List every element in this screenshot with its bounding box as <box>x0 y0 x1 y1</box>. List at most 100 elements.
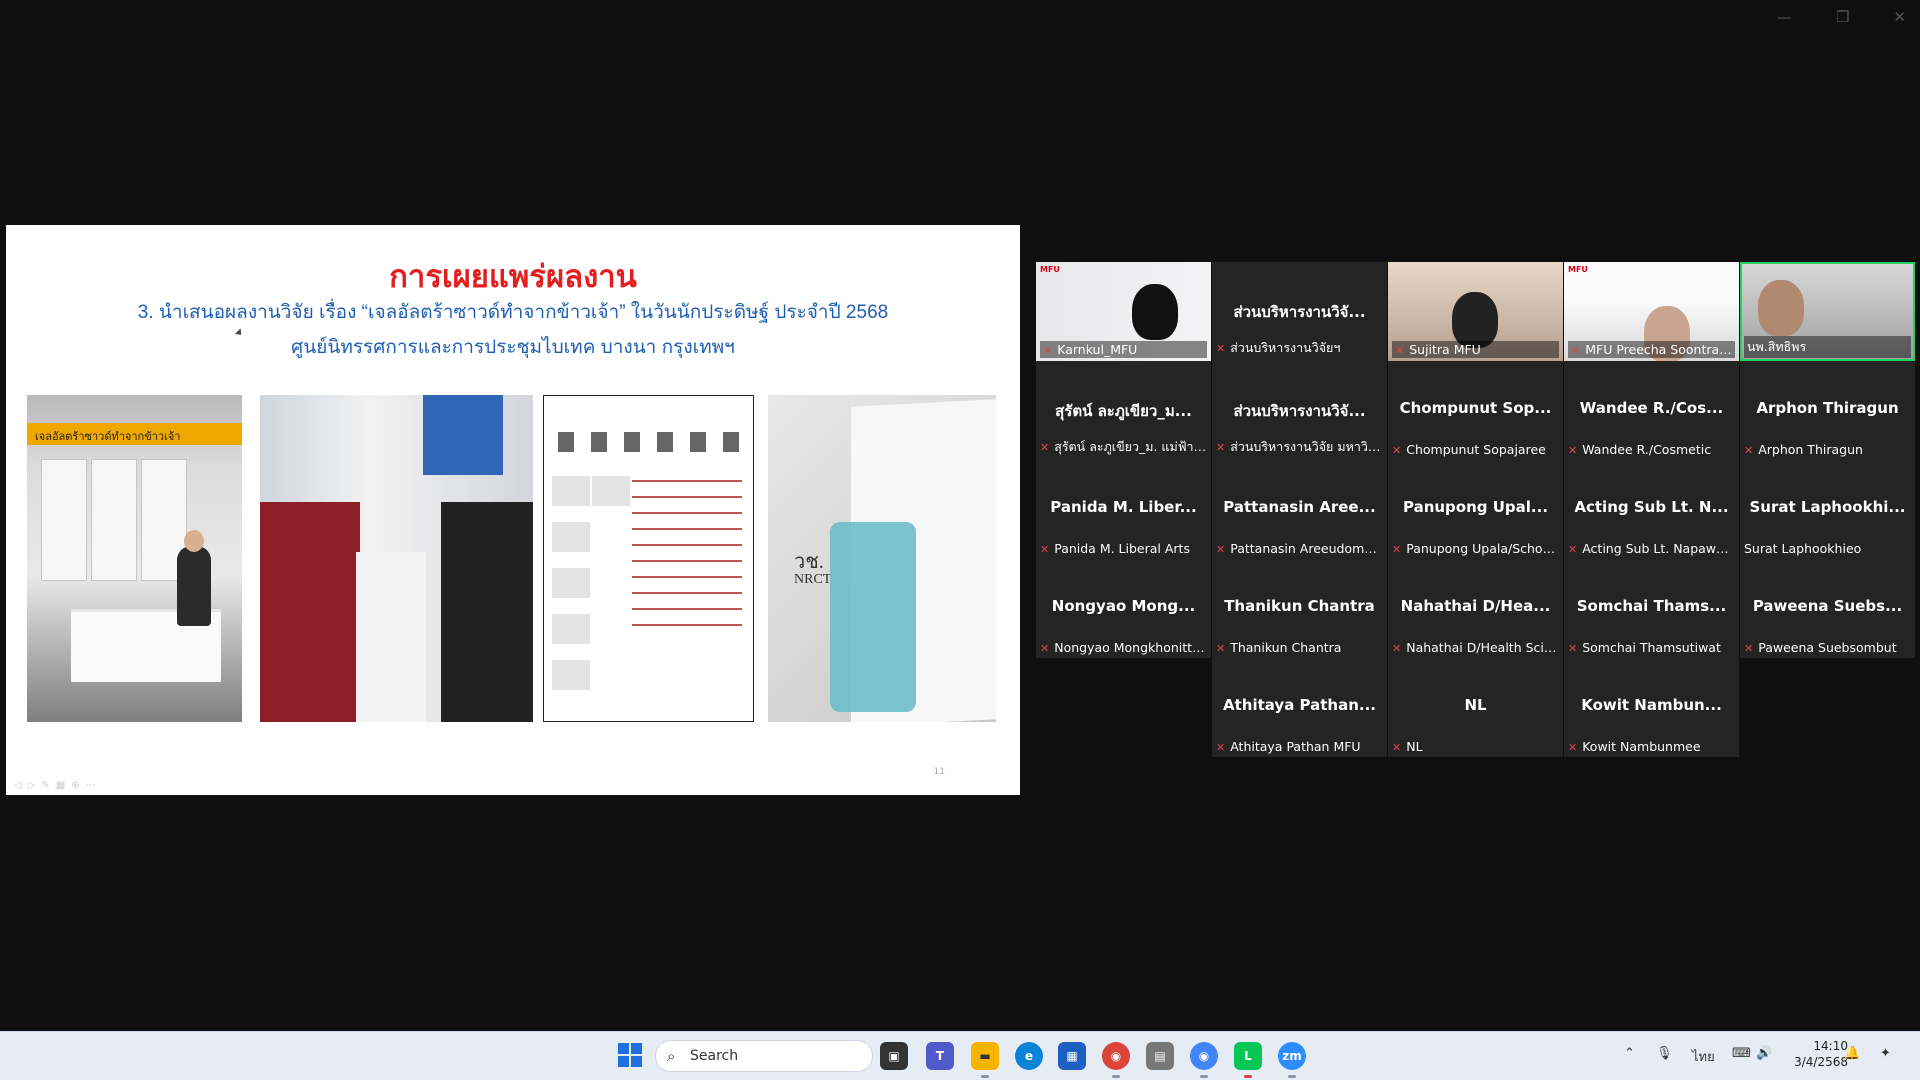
clock-date: 3/4/2568 <box>1794 1055 1848 1069</box>
participant-tile[interactable]: Athitaya Pathan... ✕ Athitaya Pathan MFU <box>1212 658 1387 757</box>
participant-tile-active-speaker[interactable]: นพ.สิทธิพร <box>1740 262 1915 361</box>
microphone-icon[interactable]: 🎙 <box>1656 1046 1673 1061</box>
participant-tile[interactable]: สุรัตน์ ละภูเขียว_ม... ✕ สุรัตน์ ละภูเขีย… <box>1036 361 1211 460</box>
poster <box>91 459 137 581</box>
participant-tile[interactable]: ส่วนบริหารงานวิจั... ✕ ส่วนบริหารงานวิจัย… <box>1212 262 1387 361</box>
participant-name: Pattanasin Areeudomwo... <box>1230 541 1383 556</box>
participant-display-name: Pattanasin Aree... <box>1223 498 1376 516</box>
mic-muted-icon: ✕ <box>1392 543 1402 556</box>
participant-name: MFU Preecha Soontranan <box>1585 342 1735 357</box>
back-icon[interactable]: ◁ <box>14 780 22 791</box>
participant-tile[interactable]: Nongyao Mong... ✕ Nongyao Mongkhonittiv..… <box>1036 559 1211 658</box>
product-photo: วช. NRCT <box>768 395 996 722</box>
participant-display-name: Nongyao Mong... <box>1051 597 1196 615</box>
participant-name: ส่วนบริหารงานวิจัย มหาวิทย... <box>1230 439 1383 454</box>
file-explorer-icon[interactable]: ▬ <box>971 1042 999 1070</box>
start-button[interactable] <box>618 1043 642 1067</box>
zoom-icon[interactable]: ⊕ <box>71 780 79 791</box>
participant-tile[interactable]: Paweena Suebs... ✕ Paweena Suebsombut <box>1740 559 1915 658</box>
chrome-profile-icon[interactable]: ◉ <box>1190 1042 1218 1070</box>
running-indicator <box>1112 1075 1120 1078</box>
participant-name: NL <box>1406 739 1423 754</box>
participant-tile[interactable]: Arphon Thiragun ✕ Arphon Thiragun <box>1740 361 1915 460</box>
zoom-icon[interactable]: zm <box>1278 1042 1306 1070</box>
mic-muted-icon: ✕ <box>1392 642 1402 655</box>
slide-subtitle-line1: 3. นำเสนอผลงานวิจัย เรื่อง “เจลอัลตร้าซา… <box>137 302 889 323</box>
poster-text <box>632 480 742 482</box>
participant-tile[interactable]: Kowit Nambun... ✕ Kowit Nambunmee <box>1564 658 1739 757</box>
participant-name: ส่วนบริหารงานวิจัยฯ <box>1230 340 1341 355</box>
person-head <box>184 530 204 552</box>
participant-display-name: Thanikun Chantra <box>1224 597 1375 615</box>
poster-text <box>632 592 742 594</box>
volume-icon[interactable]: 🔊 <box>1756 1046 1772 1061</box>
participant-display-name: Somchai Thams... <box>1576 597 1727 615</box>
line-icon[interactable]: L <box>1234 1042 1262 1070</box>
participant-tile[interactable]: Chompunut Sop... ✕ Chompunut Sopajaree <box>1388 361 1563 460</box>
copilot-icon[interactable]: ✦ <box>1880 1046 1891 1061</box>
pen-icon[interactable]: ✎ <box>41 780 49 791</box>
notification-bell-icon[interactable]: 🔔 <box>1844 1046 1860 1061</box>
participant-tile[interactable]: Nahathai D/Hea... ✕ Nahathai D/Health Sci… <box>1388 559 1563 658</box>
mic-muted-icon: ✕ <box>1216 642 1226 655</box>
participant-name: Nahathai D/Health Scien... <box>1406 640 1559 655</box>
shared-slide: การเผยแพร่ผลงาน 3. นำเสนอผลงานวิจัย เรื่… <box>6 225 1020 795</box>
language-indicator[interactable]: ไทย <box>1692 1046 1715 1067</box>
participant-display-name: ส่วนบริหารงานวิจั... <box>1233 402 1366 420</box>
participant-tile[interactable]: Thanikun Chantra ✕ Thanikun Chantra <box>1212 559 1387 658</box>
presentation-photo <box>260 395 533 722</box>
network-icon[interactable]: ⌨ <box>1732 1046 1751 1061</box>
windows-taskbar: ⌕ Search ▣ T ▬ e ▦ ◉ ▤ ◉ L zm ⌃ 🎙 ไทย ⌨ … <box>0 1031 1920 1080</box>
mic-muted-icon: ✕ <box>1216 741 1226 754</box>
forward-icon[interactable]: ▷ <box>28 780 36 791</box>
mic-muted-icon: ✕ <box>1744 642 1754 655</box>
participant-name: Wandee R./Cosmetic <box>1582 442 1712 457</box>
participant-name: Somchai Thamsutiwat <box>1582 640 1721 655</box>
participant-tile[interactable]: Wandee R./Cos... ✕ Wandee R./Cosmetic <box>1564 361 1739 460</box>
mic-muted-icon: ✕ <box>1216 441 1226 454</box>
participant-tile[interactable]: ✕ Sujitra MFU <box>1388 262 1563 361</box>
more-icon[interactable]: ⋯ <box>86 780 96 791</box>
participant-tile[interactable]: Panupong Upal... ✕ Panupong Upala/School.… <box>1388 460 1563 559</box>
participant-tile[interactable]: NL ✕ NL <box>1388 658 1563 757</box>
participant-tile[interactable]: MFU ✕ MFU Preecha Soontranan <box>1564 262 1739 362</box>
files-icon[interactable]: ▤ <box>1146 1042 1174 1070</box>
participant-tile[interactable]: Panida M. Liber... ✕ Panida M. Liberal Ar… <box>1036 460 1211 559</box>
mic-muted-icon: ✕ <box>1040 441 1050 454</box>
nrct-logo-sub: NRCT <box>794 572 832 587</box>
chevron-up-icon[interactable]: ⌃ <box>1624 1046 1635 1061</box>
participant-name: Acting Sub Lt. Napawat ... <box>1582 541 1735 556</box>
person <box>356 552 426 722</box>
mic-muted-icon: ✕ <box>1568 741 1578 754</box>
participant-name: Sujitra MFU <box>1409 342 1481 357</box>
participant-tile[interactable]: Somchai Thams... ✕ Somchai Thamsutiwat <box>1564 559 1739 658</box>
participant-tile[interactable]: Pattanasin Aree... ✕ Pattanasin Areeudomw… <box>1212 460 1387 559</box>
participant-display-name: Surat Laphookhi... <box>1749 498 1906 516</box>
task-view-icon[interactable]: ▣ <box>880 1042 908 1070</box>
participant-display-name: Wandee R./Cos... <box>1579 399 1724 417</box>
restore-icon[interactable]: ❐ <box>1836 8 1849 26</box>
edge-icon[interactable]: e <box>1015 1042 1043 1070</box>
participant-tile[interactable]: Surat Laphookhi... Surat Laphookhieo <box>1740 460 1915 559</box>
poster-image <box>552 522 590 552</box>
window-controls: — ❐ ✕ <box>1777 8 1906 26</box>
research-poster <box>543 395 754 722</box>
taskbar-search[interactable]: ⌕ Search <box>655 1040 873 1072</box>
close-icon[interactable]: ✕ <box>1893 8 1906 26</box>
slide-toolbar[interactable]: ◁ ▷ ✎ ▦ ⊕ ⋯ <box>14 780 96 791</box>
participant-name: นพ.สิทธิพร <box>1747 339 1807 354</box>
mic-muted-icon: ✕ <box>1040 642 1050 655</box>
poster-image <box>552 476 590 506</box>
slides-icon[interactable]: ▦ <box>56 780 65 791</box>
participant-display-name: สุรัตน์ ละภูเขียว_ม... <box>1055 402 1192 420</box>
teams-icon[interactable]: T <box>926 1042 954 1070</box>
clock[interactable]: 14:10 3/4/2568 <box>1794 1038 1848 1070</box>
minimize-icon[interactable]: — <box>1777 8 1792 26</box>
store-icon[interactable]: ▦ <box>1058 1042 1086 1070</box>
person-video <box>1132 284 1178 340</box>
participant-tile[interactable]: MFU ✕ Karnkul_MFU <box>1036 262 1211 361</box>
participant-tile[interactable]: Acting Sub Lt. N... ✕ Acting Sub Lt. Napa… <box>1564 460 1739 559</box>
participant-tile[interactable]: ส่วนบริหารงานวิจั... ✕ ส่วนบริหารงานวิจัย… <box>1212 361 1387 460</box>
chrome-icon[interactable]: ◉ <box>1102 1042 1130 1070</box>
participant-display-name: Panida M. Liber... <box>1050 498 1197 516</box>
